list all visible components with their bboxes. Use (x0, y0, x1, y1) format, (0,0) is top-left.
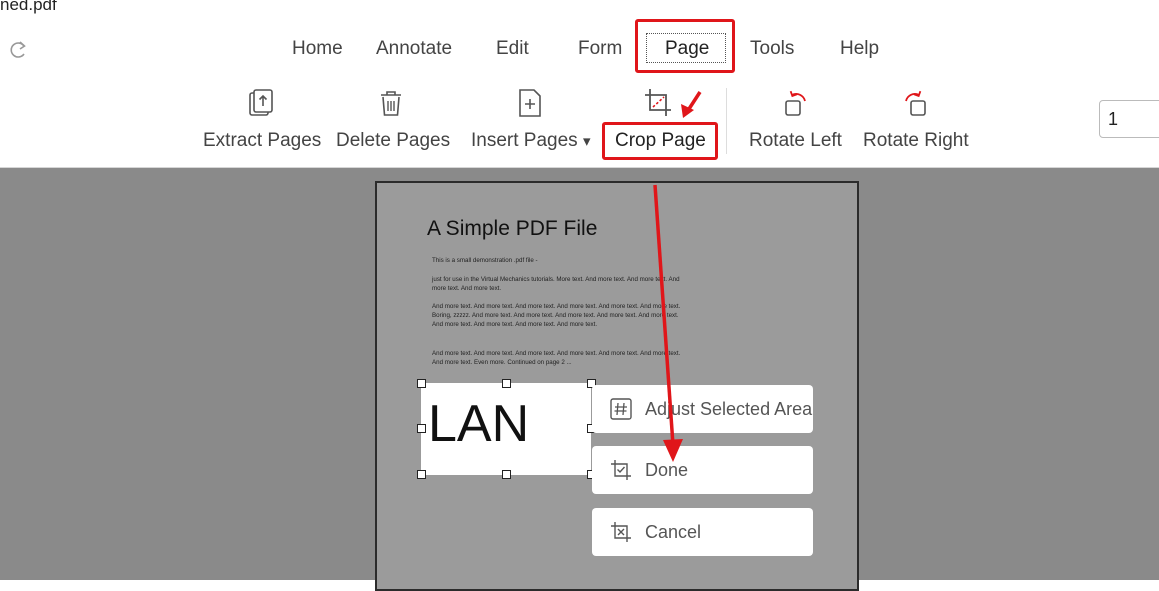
check-box-icon (611, 460, 631, 480)
menu-annotate[interactable]: Annotate (376, 36, 452, 62)
pdf-paragraph: just for use in the Virtual Mechanics tu… (432, 276, 680, 292)
rotate-right-icon[interactable] (899, 87, 931, 119)
window-title: ned.pdf (0, 0, 57, 14)
cancel-button[interactable]: Cancel (592, 508, 813, 556)
arrow-to-crop-icon (685, 91, 702, 113)
cancel-label: Cancel (645, 522, 702, 542)
adjust-selected-area-button[interactable]: Adjust Selected Area (592, 385, 813, 433)
insert-pages-button[interactable]: Insert Pages ▾ (471, 128, 590, 155)
redo-icon[interactable] (8, 38, 30, 60)
crop-page-highlight-box (602, 122, 718, 160)
crop-handle-bottom-left[interactable] (417, 470, 426, 479)
page-number-input[interactable] (1099, 100, 1159, 138)
toolbar-divider (726, 88, 727, 154)
insert-page-icon[interactable] (514, 87, 546, 119)
crop-handle-bottom[interactable] (502, 470, 511, 479)
done-button[interactable]: Done (592, 446, 813, 494)
done-label: Done (645, 460, 689, 480)
arrow-to-crop-icon-head (681, 104, 694, 118)
pdf-page-title: A Simple PDF File (427, 217, 598, 240)
rotate-left-icon[interactable] (780, 87, 812, 119)
hash-icon (610, 398, 632, 420)
chevron-down-icon: ▾ (582, 133, 591, 150)
pdf-paragraph: And more text. And more text. And more t… (432, 350, 681, 366)
rotate-right-button[interactable]: Rotate Right (863, 128, 969, 154)
menu-tools[interactable]: Tools (750, 36, 794, 62)
adjust-selected-area-label: Adjust Selected Area (645, 399, 813, 419)
menu-home[interactable]: Home (292, 36, 343, 62)
crop-handle-left[interactable] (417, 424, 426, 433)
menu-help[interactable]: Help (840, 36, 879, 62)
pdf-paragraph: This is a small demonstration .pdf file … (432, 257, 538, 264)
insert-pages-label: Insert Pages (471, 130, 578, 151)
crop-handle-top[interactable] (502, 379, 511, 388)
trash-icon[interactable] (375, 87, 407, 119)
extract-pages-button[interactable]: Extract Pages (203, 128, 321, 154)
extract-pages-icon[interactable] (245, 87, 277, 119)
crop-handle-top-left[interactable] (417, 379, 426, 388)
menu-form[interactable]: Form (578, 36, 622, 62)
delete-pages-button[interactable]: Delete Pages (336, 128, 450, 154)
pdf-paragraph: And more text. And more text. And more t… (432, 303, 681, 328)
menu-page-highlight-box (635, 19, 735, 73)
rotate-left-button[interactable]: Rotate Left (749, 128, 842, 154)
menu-edit[interactable]: Edit (496, 36, 529, 62)
crop-icon[interactable] (643, 87, 675, 119)
crop-selection-text: LAN (428, 395, 530, 453)
x-box-icon (611, 522, 631, 542)
